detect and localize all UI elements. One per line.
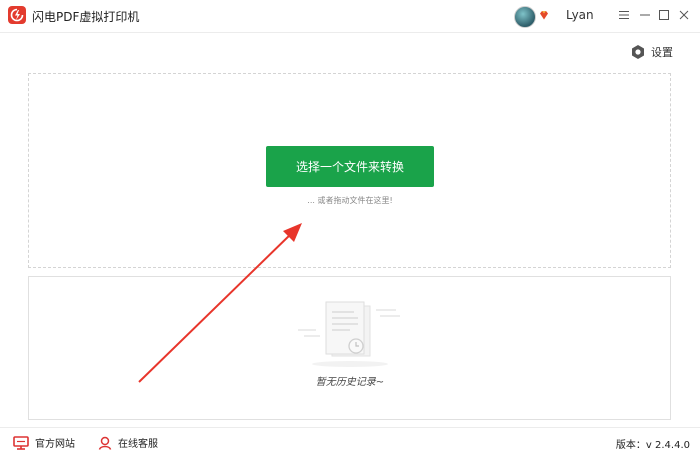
vip-diamond-icon[interactable] (539, 10, 549, 20)
empty-history-text: 暂无历史记录~ (315, 377, 385, 388)
user-name[interactable]: Lyan (566, 8, 594, 22)
empty-history-icon (298, 301, 400, 367)
settings-label: 设置 (651, 46, 673, 59)
app-logo-icon (8, 6, 26, 24)
settings-button[interactable]: 设置 (630, 44, 673, 60)
gear-icon (632, 45, 644, 59)
monitor-icon (13, 435, 29, 450)
version-label: 版本：v 2.4.4.0 (615, 440, 690, 451)
drag-hint: ... 或者拖动文件在这里! (307, 196, 393, 205)
maximize-icon[interactable] (656, 7, 672, 23)
online-support-label: 在线客服 (118, 439, 158, 450)
avatar[interactable] (514, 6, 536, 28)
footer: 官方网站 在线客服 版本：v 2.4.4.0 (0, 427, 700, 456)
minimize-icon[interactable] (637, 7, 653, 23)
official-website-label: 官方网站 (35, 439, 75, 450)
close-icon[interactable] (676, 7, 692, 23)
select-file-button[interactable]: 选择一个文件来转换 (266, 146, 434, 187)
menu-icon[interactable] (616, 7, 632, 23)
app-title: 闪电PDF虚拟打印机 (32, 10, 140, 24)
online-support-link[interactable]: 在线客服 (98, 435, 158, 450)
official-website-link[interactable]: 官方网站 (13, 435, 75, 450)
title-bar: 闪电PDF虚拟打印机 Lyan (0, 0, 700, 33)
person-icon (98, 436, 112, 450)
